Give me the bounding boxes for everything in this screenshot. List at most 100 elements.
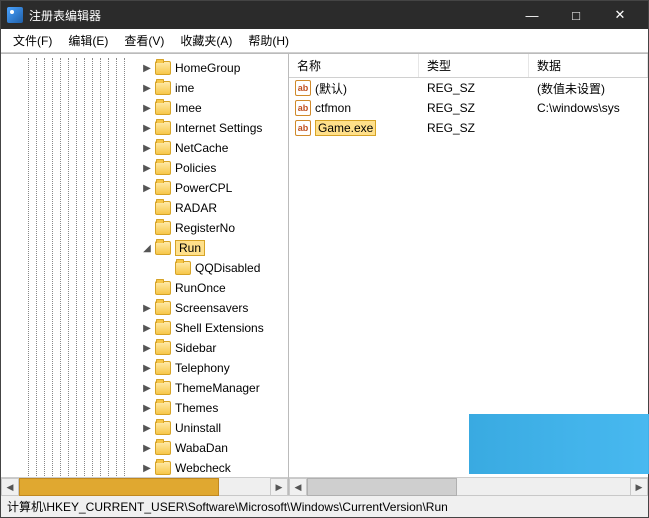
value-name[interactable]: (默认)	[315, 80, 347, 97]
folder-icon	[155, 301, 171, 315]
expander-closed-icon[interactable]: ▶	[141, 382, 153, 394]
expander-closed-icon[interactable]: ▶	[141, 62, 153, 74]
col-name[interactable]: 名称	[289, 54, 419, 77]
expander-open-icon[interactable]: ◢	[141, 242, 153, 254]
list-row[interactable]: abGame.exeREG_SZ	[289, 118, 648, 138]
tree-node[interactable]: ▶ Imee	[1, 98, 288, 118]
tree-node[interactable]: ▶ ThemeManager	[1, 378, 288, 398]
tree-node-label[interactable]: Sidebar	[175, 341, 216, 355]
tree-node-label[interactable]: Shell Extensions	[175, 321, 264, 335]
folder-icon	[155, 421, 171, 435]
tree-node-label[interactable]: Run	[175, 240, 205, 256]
expander-closed-icon[interactable]: ▶	[141, 402, 153, 414]
value-type: REG_SZ	[419, 101, 529, 115]
minimize-button[interactable]: —	[510, 1, 554, 29]
expander-closed-icon[interactable]: ▶	[141, 442, 153, 454]
tree-node-label[interactable]: NetCache	[175, 141, 228, 155]
tree-node[interactable]: ▶ ime	[1, 78, 288, 98]
tree-node[interactable]: ▶ Shell Extensions	[1, 318, 288, 338]
tree-node[interactable]: ◢ Run	[1, 238, 288, 258]
expander-closed-icon[interactable]: ▶	[141, 322, 153, 334]
expander-closed-icon[interactable]	[161, 262, 173, 274]
expander-closed-icon[interactable]: ▶	[141, 302, 153, 314]
tree-node[interactable]: ▶ Screensavers	[1, 298, 288, 318]
tree-node[interactable]: ▶ Policies	[1, 158, 288, 178]
tree-node[interactable]: ▶ NetCache	[1, 138, 288, 158]
scroll-thumb[interactable]	[307, 478, 457, 496]
tree-node[interactable]: ▶ Telephony	[1, 358, 288, 378]
folder-icon	[155, 341, 171, 355]
expander-closed-icon[interactable]: ▶	[141, 162, 153, 174]
close-button[interactable]: ✕	[598, 1, 642, 29]
scroll-thumb[interactable]	[19, 478, 219, 496]
tree-node-label[interactable]: Webcheck	[175, 461, 231, 475]
tree-node-label[interactable]: RegisterNo	[175, 221, 235, 235]
col-type[interactable]: 类型	[419, 54, 529, 77]
tree-hscrollbar[interactable]: ◀ ▶	[1, 477, 288, 495]
tree-node[interactable]: RunOnce	[1, 278, 288, 298]
menu-favorites[interactable]: 收藏夹(A)	[172, 30, 240, 51]
folder-icon	[155, 121, 171, 135]
tree-node-label[interactable]: RADAR	[175, 201, 217, 215]
tree-node[interactable]: RegisterNo	[1, 218, 288, 238]
scroll-right-icon[interactable]: ▶	[270, 478, 288, 496]
tree-node[interactable]: ▶ WabaDan	[1, 438, 288, 458]
menu-help[interactable]: 帮助(H)	[240, 30, 297, 51]
tree-node[interactable]: ▶ Themes	[1, 398, 288, 418]
tree-view[interactable]: ▶ HomeGroup ▶ ime ▶ Imee ▶ Internet Settings ▶ Ne…	[1, 54, 288, 477]
maximize-button[interactable]: □	[554, 1, 598, 29]
expander-closed-icon[interactable]: ▶	[141, 422, 153, 434]
tree-node-label[interactable]: Telephony	[175, 361, 230, 375]
scroll-left-icon[interactable]: ◀	[1, 478, 19, 496]
tree-node[interactable]: RADAR	[1, 198, 288, 218]
tree-node[interactable]: ▶ Webcheck	[1, 458, 288, 477]
tree-node-label[interactable]: QQDisabled	[195, 261, 260, 275]
folder-icon	[155, 381, 171, 395]
tree-node-label[interactable]: PowerCPL	[175, 181, 232, 195]
menu-edit[interactable]: 编辑(E)	[60, 30, 116, 51]
tree-node-label[interactable]: Imee	[175, 101, 202, 115]
expander-closed-icon[interactable]: ▶	[141, 142, 153, 154]
tree-node-label[interactable]: RunOnce	[175, 281, 226, 295]
value-name[interactable]: ctfmon	[315, 101, 351, 115]
tree-node-label[interactable]: Policies	[175, 161, 216, 175]
list-row[interactable]: ab(默认)REG_SZ(数值未设置)	[289, 78, 648, 98]
titlebar[interactable]: 注册表编辑器 — □ ✕	[1, 1, 648, 29]
tree-node-label[interactable]: WabaDan	[175, 441, 228, 455]
tree-node-label[interactable]: ThemeManager	[175, 381, 260, 395]
expander-closed-icon[interactable]: ▶	[141, 82, 153, 94]
col-data[interactable]: 数据	[529, 54, 648, 77]
tree-node-label[interactable]: Uninstall	[175, 421, 221, 435]
tree-node-label[interactable]: Internet Settings	[175, 121, 262, 135]
expander-closed-icon[interactable]	[141, 222, 153, 234]
tree-node[interactable]: ▶ HomeGroup	[1, 58, 288, 78]
expander-closed-icon[interactable]: ▶	[141, 102, 153, 114]
tree-node-label[interactable]: HomeGroup	[175, 61, 240, 75]
scroll-left-icon[interactable]: ◀	[289, 478, 307, 496]
tree-node[interactable]: ▶ Internet Settings	[1, 118, 288, 138]
folder-icon	[175, 261, 191, 275]
values-hscrollbar[interactable]: ◀ ▶	[289, 477, 648, 495]
expander-closed-icon[interactable]: ▶	[141, 122, 153, 134]
menu-view[interactable]: 查看(V)	[116, 30, 172, 51]
scroll-right-icon[interactable]: ▶	[630, 478, 648, 496]
expander-closed-icon[interactable]: ▶	[141, 182, 153, 194]
tree-node-label[interactable]: Themes	[175, 401, 218, 415]
folder-icon	[155, 281, 171, 295]
tree-node[interactable]: QQDisabled	[1, 258, 288, 278]
expander-closed-icon[interactable]: ▶	[141, 462, 153, 474]
expander-closed-icon[interactable]	[141, 202, 153, 214]
tree-node[interactable]: ▶ PowerCPL	[1, 178, 288, 198]
tree-node[interactable]: ▶ Sidebar	[1, 338, 288, 358]
expander-closed-icon[interactable]: ▶	[141, 342, 153, 354]
tree-node-label[interactable]: ime	[175, 81, 194, 95]
app-icon	[7, 7, 23, 23]
watermark-overlay	[469, 414, 649, 474]
list-row[interactable]: abctfmonREG_SZC:\windows\sys	[289, 98, 648, 118]
expander-closed-icon[interactable]: ▶	[141, 362, 153, 374]
tree-node[interactable]: ▶ Uninstall	[1, 418, 288, 438]
menu-file[interactable]: 文件(F)	[5, 30, 60, 51]
value-name[interactable]: Game.exe	[315, 120, 376, 136]
expander-closed-icon[interactable]	[141, 282, 153, 294]
tree-node-label[interactable]: Screensavers	[175, 301, 248, 315]
